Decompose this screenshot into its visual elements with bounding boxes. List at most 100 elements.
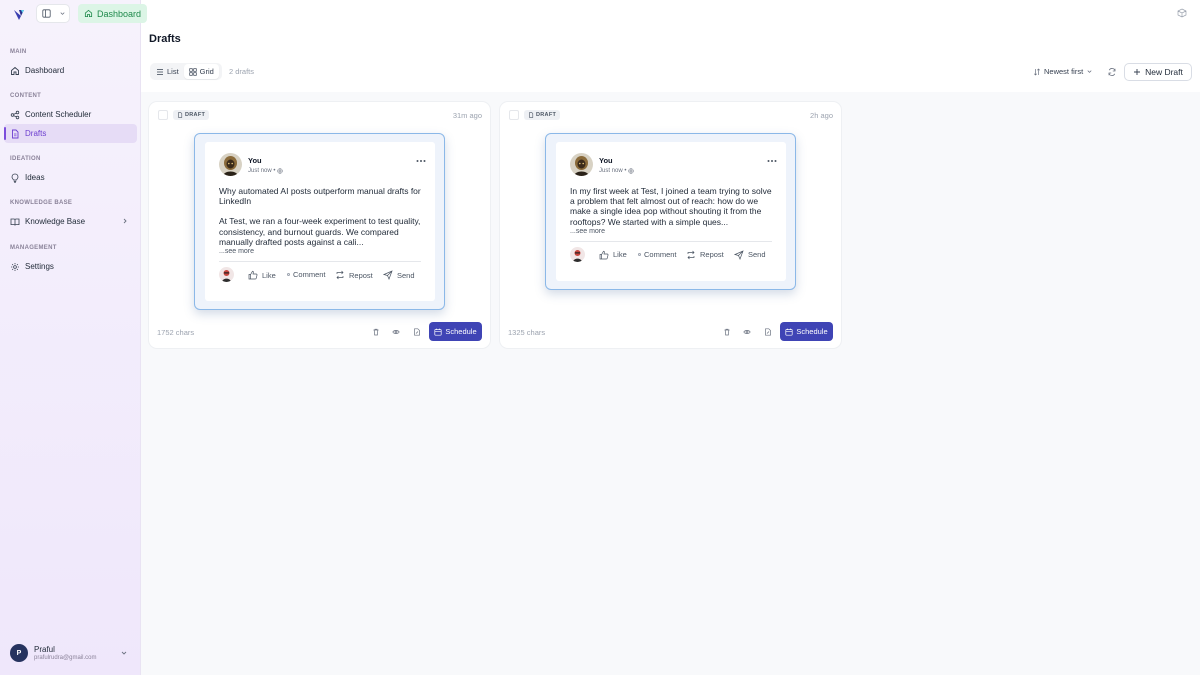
draft-card[interactable]: DRAFT 2h ago You Just now • In my first … — [500, 102, 841, 348]
draft-card[interactable]: DRAFT 31m ago You Just now • Why automat… — [149, 102, 490, 348]
sidebar-item-ideas[interactable]: Ideas — [4, 168, 137, 187]
like-action[interactable]: Like — [599, 250, 627, 260]
schedule-button[interactable]: Schedule — [429, 322, 482, 341]
repost-icon — [336, 270, 344, 280]
book-icon — [10, 218, 20, 226]
card-timestamp: 31m ago — [452, 111, 482, 120]
user-menu[interactable]: P Praful prafulrudra@gmail.com — [10, 642, 134, 664]
author-name: You — [599, 156, 613, 165]
sidebar-item-content-scheduler[interactable]: Content Scheduler — [4, 105, 137, 124]
post-preview: You Just now • Why automated AI posts ou… — [205, 142, 435, 301]
thumbs-up-icon — [248, 270, 258, 280]
send-label: Send — [397, 270, 415, 280]
comment-action[interactable]: Comment — [287, 270, 326, 279]
like-label: Like — [613, 250, 627, 260]
new-draft-button[interactable]: New Draft — [1124, 63, 1192, 81]
plus-icon — [1134, 69, 1141, 75]
sort-icon — [1034, 68, 1040, 75]
cube-icon[interactable] — [1177, 8, 1187, 18]
panel-dropdown-button[interactable] — [55, 5, 69, 22]
trash-icon[interactable] — [723, 328, 731, 336]
new-draft-label: New Draft — [1145, 67, 1183, 77]
trash-icon[interactable] — [372, 328, 380, 336]
sidebar-item-knowledge-base[interactable]: Knowledge Base — [4, 212, 137, 231]
card-footer: 1325 chars Schedule — [500, 316, 841, 348]
list-icon — [157, 68, 163, 75]
linkedin-preview: You Just now • Why automated AI posts ou… — [194, 133, 445, 310]
post-meta: Just now • — [248, 168, 284, 174]
author-avatar — [219, 153, 242, 176]
post-body: In my first week at Test, I joined a tea… — [556, 178, 786, 227]
document-icon — [178, 112, 183, 118]
repost-action[interactable]: Repost — [335, 270, 373, 280]
send-icon — [734, 250, 744, 260]
sidebar: MAIN Dashboard CONTENT Content Scheduler… — [0, 0, 141, 675]
chevron-down-icon — [59, 12, 65, 15]
calendar-icon — [785, 328, 793, 336]
user-name: Praful — [34, 645, 55, 654]
schedule-label: Schedule — [445, 327, 477, 336]
user-email: prafulrudra@gmail.com — [34, 655, 97, 661]
grid-view-button[interactable]: Grid — [183, 64, 219, 79]
sidebar-item-label: Knowledge Base — [25, 217, 86, 226]
page-title: Drafts — [149, 33, 181, 45]
section-management-label: MANAGEMENT — [10, 245, 57, 251]
select-checkbox[interactable] — [158, 110, 168, 120]
select-checkbox[interactable] — [509, 110, 519, 120]
linkedin-preview: You Just now • In my first week at Test,… — [545, 133, 796, 290]
send-action[interactable]: Send — [734, 250, 766, 260]
more-options-icon[interactable] — [416, 159, 426, 163]
user-avatar: P — [10, 644, 28, 662]
post-actions: Like Comment Repost Send — [556, 242, 786, 266]
author-avatar — [570, 153, 593, 176]
grid-icon — [189, 67, 197, 76]
post-paragraph: In my first week at Test, I joined a tea… — [570, 186, 772, 227]
edit-document-icon[interactable] — [764, 328, 772, 336]
badge-label: DRAFT — [185, 112, 206, 118]
panel-toggle-button[interactable] — [37, 5, 55, 22]
post-paragraph: At Test, we ran a four-week experiment t… — [219, 216, 421, 247]
globe-icon — [628, 168, 635, 174]
post-meta: Just now • — [599, 168, 635, 174]
post-meta-text: Just now • — [599, 168, 627, 174]
schedule-label: Schedule — [796, 327, 828, 336]
sidebar-item-label: Settings — [25, 262, 54, 271]
sort-label: Newest first — [1044, 67, 1084, 76]
section-ideation-label: IDEATION — [10, 156, 41, 162]
section-content-label: CONTENT — [10, 93, 42, 99]
globe-icon — [277, 168, 284, 174]
sidebar-item-settings[interactable]: Settings — [4, 257, 137, 276]
comment-icon — [638, 252, 641, 256]
sort-dropdown[interactable]: Newest first — [1033, 64, 1093, 79]
sidebar-item-drafts[interactable]: Drafts — [4, 124, 137, 143]
list-view-button[interactable]: List — [151, 64, 184, 79]
refresh-icon[interactable] — [1107, 67, 1117, 77]
more-options-icon[interactable] — [767, 159, 777, 163]
repost-label: Repost — [700, 250, 724, 260]
char-count: 1752 chars — [157, 328, 195, 337]
repost-action[interactable]: Repost — [686, 250, 724, 260]
breadcrumb[interactable]: Dashboard — [78, 4, 148, 23]
status-badge: DRAFT — [173, 110, 210, 120]
status-badge: DRAFT — [524, 110, 561, 120]
see-more-link[interactable]: ...see more — [556, 227, 786, 235]
viewer-avatar — [219, 267, 234, 283]
eye-icon[interactable] — [743, 328, 751, 336]
comment-action[interactable]: Comment — [638, 250, 677, 259]
send-action[interactable]: Send — [383, 270, 415, 280]
see-more-link[interactable]: ...see more — [205, 247, 435, 255]
repost-icon — [687, 250, 695, 260]
home-icon — [11, 66, 19, 75]
like-action[interactable]: Like — [248, 270, 276, 280]
comment-icon — [287, 273, 290, 277]
comment-label: Comment — [293, 270, 326, 280]
sidebar-item-dashboard[interactable]: Dashboard — [4, 61, 137, 80]
edit-document-icon[interactable] — [413, 328, 421, 336]
send-label: Send — [748, 250, 766, 260]
card-timestamp: 2h ago — [810, 111, 833, 120]
send-icon — [383, 270, 393, 280]
sidebar-toggle[interactable] — [36, 4, 70, 23]
schedule-button[interactable]: Schedule — [780, 322, 833, 341]
sidebar-item-label: Dashboard — [25, 66, 65, 75]
eye-icon[interactable] — [392, 328, 400, 336]
